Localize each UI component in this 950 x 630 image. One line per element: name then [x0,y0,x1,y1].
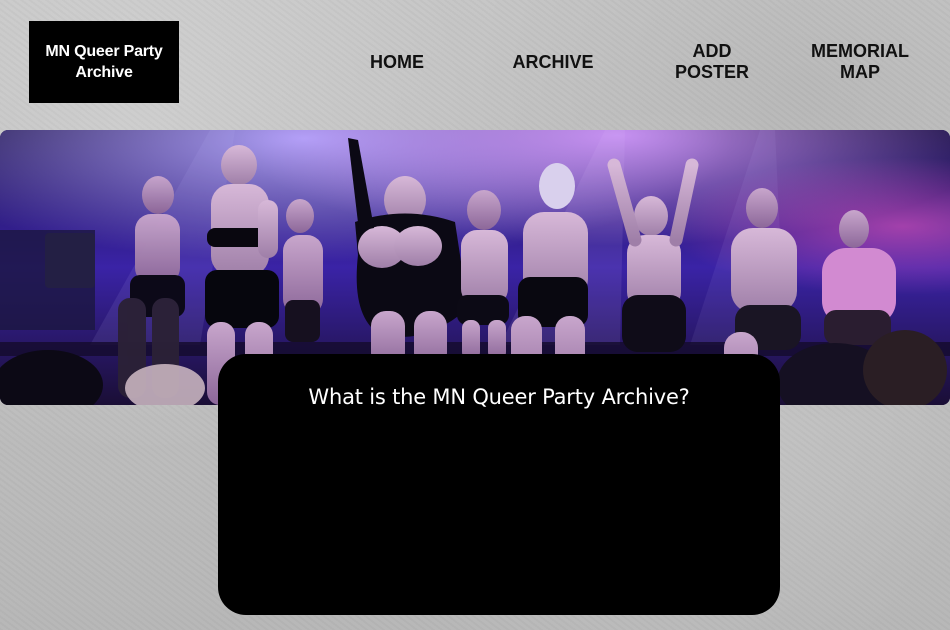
nav-memorial-map-link[interactable]: MEMORIAL MAP [800,41,920,83]
site-logo-text: MN Queer Party Archive [45,43,163,81]
nav-home-link[interactable]: HOME [347,52,447,73]
site-logo[interactable]: MN Queer Party Archive [29,21,179,103]
nav-add-poster-link[interactable]: ADD POSTER [657,41,767,83]
nav-archive-link[interactable]: ARCHIVE [493,52,613,73]
about-info-card: What is the MN Queer Party Archive? [218,354,780,615]
about-card-title: What is the MN Queer Party Archive? [308,385,690,409]
